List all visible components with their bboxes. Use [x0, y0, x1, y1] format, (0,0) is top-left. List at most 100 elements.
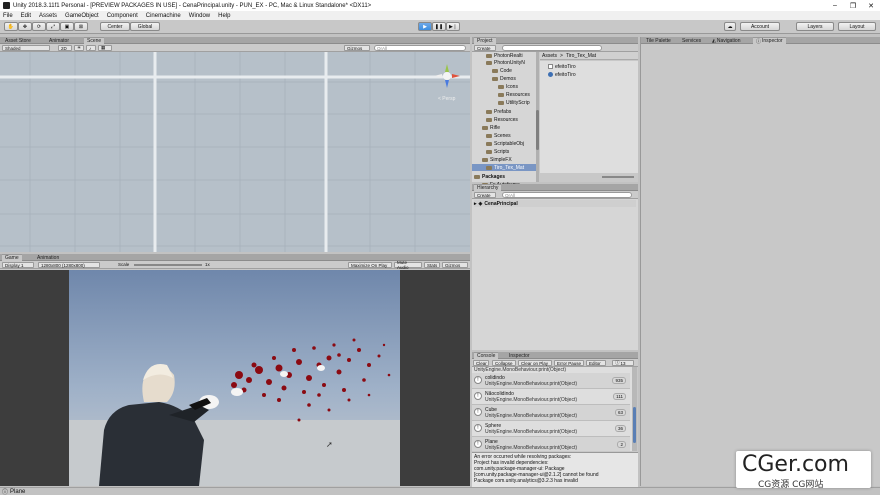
shading-dropdown[interactable]: Shaded [2, 45, 50, 51]
tree-item[interactable]: ScriptableObj [486, 140, 524, 147]
scale-slider[interactable] [134, 264, 202, 266]
pause-button[interactable]: ❚❚ [432, 22, 446, 31]
tree-item[interactable]: Resources [498, 91, 530, 98]
lighting-toggle[interactable]: ☀ [74, 45, 84, 51]
tree-item[interactable]: SimpleFX [482, 156, 512, 163]
menu-gameobject[interactable]: GameObject [65, 13, 99, 19]
tree-item[interactable]: Icons [498, 83, 518, 90]
collab-cloud-button[interactable]: ☁ [724, 22, 736, 31]
account-dropdown[interactable]: Account [740, 22, 780, 31]
tab-inspector-console[interactable]: Inspector [506, 352, 533, 359]
tree-item[interactable]: Rifle [482, 124, 500, 131]
menu-edit[interactable]: Edit [21, 13, 31, 19]
tree-item[interactable]: Prefabs [486, 108, 511, 115]
breadcrumb-assets[interactable]: Assets [542, 53, 557, 59]
effects-dropdown[interactable]: ▦ [98, 45, 112, 51]
breadcrumb-current[interactable]: Tiro_Tex_Mat [566, 53, 596, 59]
game-view[interactable]: ➚ [69, 270, 400, 486]
tab-asset-store[interactable]: Asset Store [2, 37, 34, 44]
maximize-button[interactable]: ❐ [844, 0, 862, 11]
pivot-center-button[interactable]: Center [100, 22, 130, 31]
tab-project[interactable]: Project [474, 37, 496, 44]
resolution-dropdown[interactable]: 1280x800 (1280x800) [38, 262, 100, 268]
mode-2d-toggle[interactable]: 2D [58, 45, 72, 51]
file-item[interactable]: efeitoTiro [548, 71, 576, 78]
game-render [69, 270, 400, 486]
project-search-input[interactable] [502, 45, 602, 51]
tab-animation[interactable]: Animation [34, 254, 62, 261]
transform-tool-button[interactable]: ⊠ [74, 22, 88, 31]
audio-toggle[interactable]: ♪ [86, 45, 96, 51]
tree-item-selected[interactable]: Tiro_Tex_Mat [472, 164, 538, 171]
tree-item[interactable]: PhotonRealti [486, 52, 523, 59]
tab-game[interactable]: Game [2, 254, 22, 261]
layers-dropdown[interactable]: Layers [796, 22, 834, 31]
rect-tool-button[interactable]: ▣ [60, 22, 74, 31]
scene-viewport[interactable]: < Persp [0, 52, 470, 252]
console-clear-on-play-toggle[interactable]: Clear on Play [518, 360, 552, 366]
console-clear-button[interactable]: Clear [473, 360, 489, 366]
console-collapse-toggle[interactable]: Collapse [492, 360, 516, 366]
tree-item[interactable]: PhotonUnityN [486, 59, 525, 66]
menu-cinemachine[interactable]: Cinemachine [146, 13, 181, 19]
hand-tool-button[interactable]: ✋ [4, 22, 18, 31]
console-error-pause-toggle[interactable]: Error Pause [554, 360, 584, 366]
pivot-global-button[interactable]: Global [130, 22, 160, 31]
game-gizmos-dropdown[interactable]: Gizmos [442, 262, 468, 268]
menu-component[interactable]: Component [107, 13, 138, 19]
tab-console[interactable]: Console [474, 352, 499, 359]
console-info-count-toggle[interactable]: ⓘ 13 [612, 360, 634, 366]
tab-scene[interactable]: Scene [84, 37, 105, 44]
console-log-row[interactable]: ! Sphere UnityEngine.MonoBehaviour.print… [472, 421, 630, 437]
tab-services[interactable]: Services [679, 37, 704, 44]
scene-search-input[interactable]: QrAll [374, 45, 466, 51]
pause-icon: ❚❚ [434, 23, 444, 30]
hierarchy-scene-row[interactable]: ▸ ◈ CenaPrincipal [474, 200, 636, 207]
minimize-button[interactable]: – [826, 0, 844, 11]
play-button[interactable]: ▶ [418, 22, 432, 31]
layout-dropdown[interactable]: Layout [838, 22, 876, 31]
tab-navigation[interactable]: ◭ Navigation [709, 37, 744, 44]
inspector-panel: Tile Palette Services ◭ Navigation ⓘ Inspe… [640, 37, 880, 486]
tree-item[interactable]: UtilityScrip [498, 99, 530, 106]
move-tool-button[interactable]: ✥ [18, 22, 32, 31]
maximize-on-play-toggle[interactable]: Maximize On Play [348, 262, 392, 268]
menu-window[interactable]: Window [189, 13, 210, 19]
tab-inspector[interactable]: ⓘ Inspector [753, 37, 786, 45]
tree-item[interactable]: Scripts [486, 148, 509, 155]
tab-tile-palette[interactable]: Tile Palette [643, 37, 674, 44]
menu-assets[interactable]: Assets [39, 13, 57, 19]
console-log-row[interactable]: ! colidindo UnityEngine.MonoBehaviour.pr… [472, 373, 630, 389]
hierarchy-create-dropdown[interactable]: Create [474, 192, 496, 198]
tree-item[interactable]: Code [492, 67, 512, 74]
mute-audio-toggle[interactable]: Mute Audio [394, 260, 422, 270]
scene-gizmos-dropdown[interactable]: Gizmos [344, 45, 370, 51]
menu-file[interactable]: File [3, 13, 13, 19]
hierarchy-search-input[interactable]: QrAll [502, 192, 632, 198]
project-tree-scrollbar[interactable] [536, 52, 539, 182]
step-button[interactable]: ▶❘ [446, 22, 460, 31]
tab-hierarchy[interactable]: Hierarchy [474, 184, 502, 191]
file-item[interactable]: efeitoTiro [548, 63, 576, 70]
game-toolbar: Display 1 1280x800 (1280x800) Scale 1x M… [0, 260, 470, 270]
thumbnail-size-slider[interactable] [602, 176, 634, 178]
tree-item[interactable]: Scenes [486, 132, 511, 139]
orientation-gizmo[interactable] [432, 64, 462, 94]
tree-item-packages[interactable]: Packages [474, 173, 505, 180]
tab-animator[interactable]: Animator [46, 37, 72, 44]
tree-item[interactable]: Demos [492, 75, 516, 82]
stats-toggle[interactable]: Stats [424, 262, 440, 268]
close-button[interactable]: ✕ [862, 0, 880, 11]
console-log-row[interactable]: ! Cube UnityEngine.MonoBehaviour.print(O… [472, 405, 630, 421]
persp-label[interactable]: < Persp [438, 96, 455, 102]
console-scrollbar[interactable] [632, 367, 637, 451]
tree-item[interactable]: Resources [486, 116, 518, 123]
rotate-tool-button[interactable]: ⟳ [32, 22, 46, 31]
project-create-dropdown[interactable]: Create [474, 45, 496, 51]
console-log-row[interactable]: ! Nãocolidindo UnityEngine.MonoBehaviour… [472, 389, 630, 405]
console-editor-dropdown[interactable]: Editor [586, 360, 606, 366]
display-dropdown[interactable]: Display 1 [2, 262, 34, 268]
console-log-row[interactable]: ! Plane UnityEngine.MonoBehaviour.print(… [472, 437, 630, 451]
scale-tool-button[interactable]: ⤢ [46, 22, 60, 31]
menu-help[interactable]: Help [218, 13, 230, 19]
